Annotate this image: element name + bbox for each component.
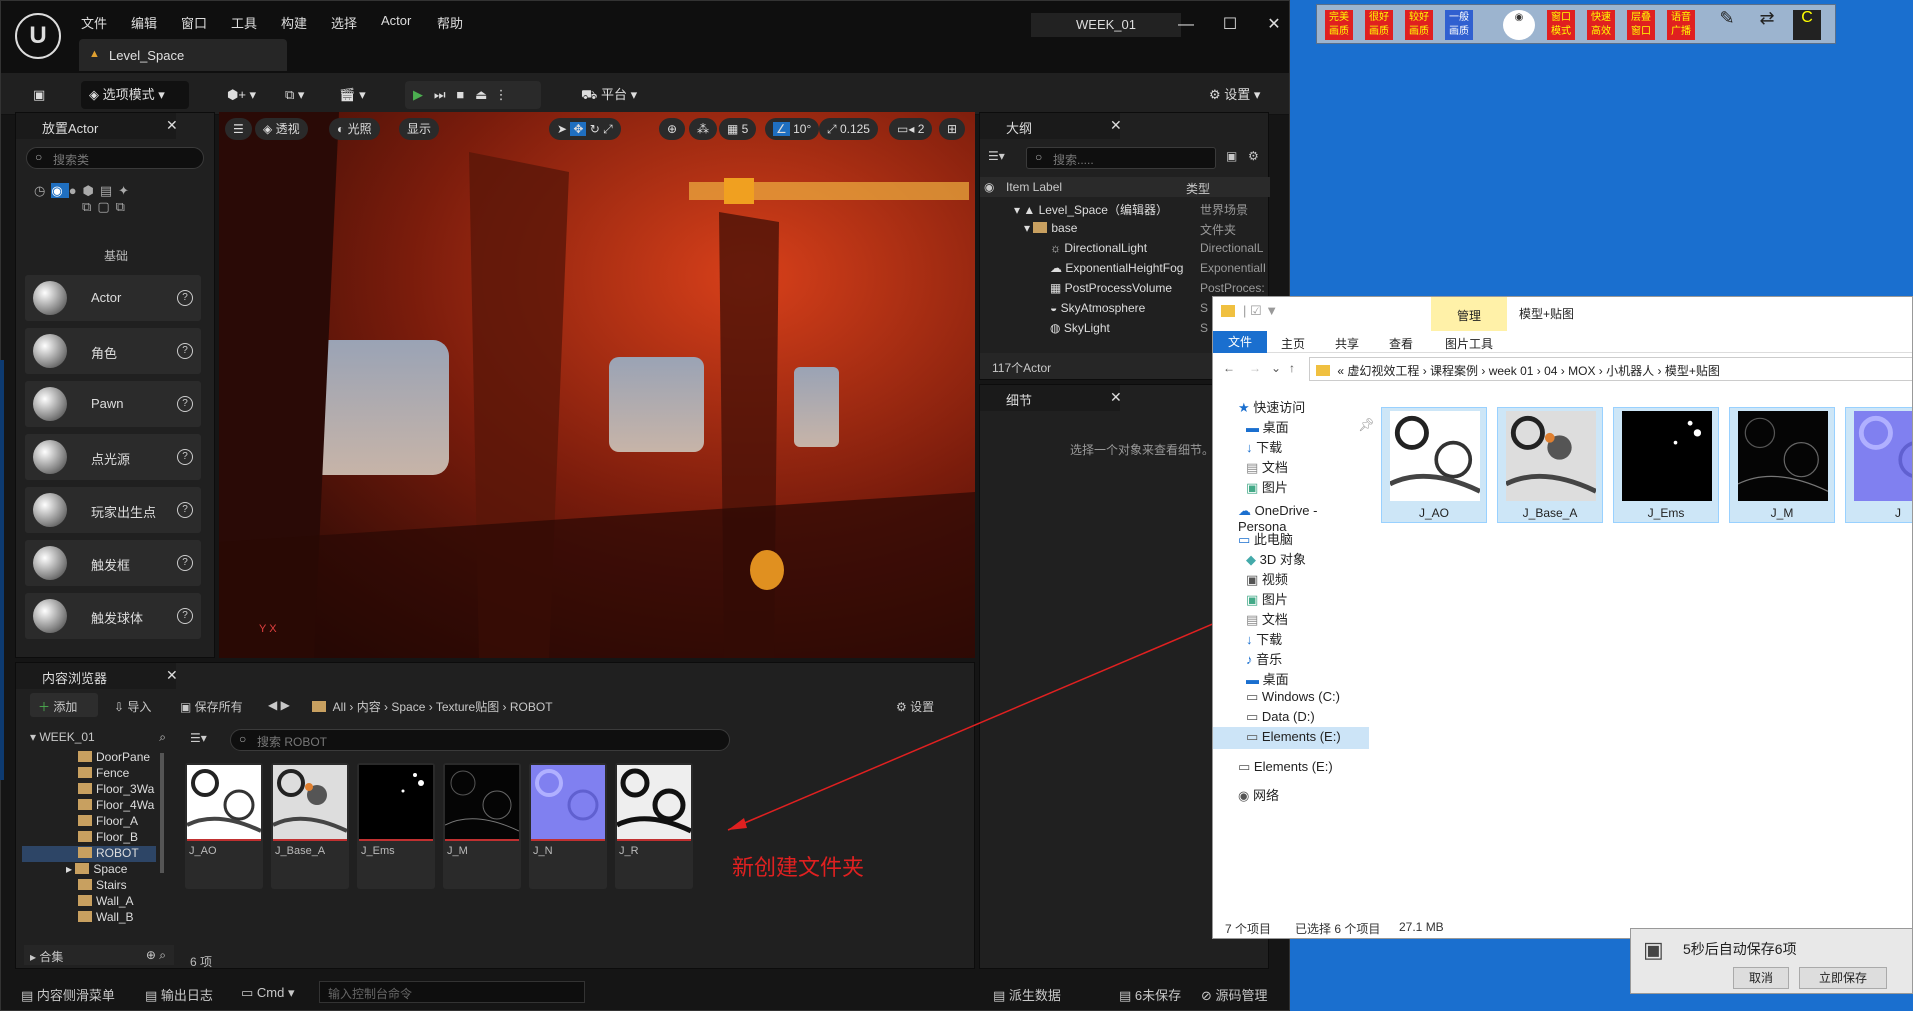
path-segment[interactable]: 模型+贴图 [1665, 364, 1720, 378]
file-name: J_AO [1418, 506, 1449, 520]
manage-tab[interactable]: 管理 [1431, 297, 1507, 331]
nav-item[interactable]: ▬ 桌面 📌︎ [1246, 417, 1375, 436]
nav-item[interactable]: ♪ 音乐 [1246, 649, 1282, 668]
folder-icon [1316, 365, 1330, 376]
nav-label: 网络 [1252, 788, 1279, 803]
nav-item[interactable]: ▭ Data (D:) [1246, 709, 1315, 725]
nav-item[interactable]: ↓ 下载 [1246, 629, 1282, 648]
tab-home[interactable]: 主页 [1281, 335, 1305, 352]
back-icon[interactable]: ← [1223, 361, 1235, 375]
texture-thumb [1738, 411, 1828, 501]
ribbon-tabs: 文件 主页 共享 查看 图片工具 [1213, 331, 1912, 353]
nav-label: 快速访问 [1253, 400, 1306, 415]
tab-view[interactable]: 查看 [1389, 335, 1413, 352]
file-thumb[interactable]: J_Base_A [1497, 407, 1603, 523]
selected-size: 27.1 MB [1399, 920, 1444, 934]
nav-label: 桌面 [1262, 672, 1289, 687]
nav-item[interactable]: ▤ 文档 [1246, 609, 1288, 628]
file-name: J [1895, 506, 1901, 520]
annotation-text: 新创建文件夹 [732, 855, 865, 880]
quick-access-toolbar[interactable]: | ☑ ▼ [1243, 303, 1278, 319]
nav-label: 图片 [1261, 592, 1288, 607]
nav-label: 文档 [1261, 460, 1288, 475]
address-bar[interactable]: « 虚幻视效工程 › 课程案例 › week 01 › 04 › MOX › 小… [1309, 357, 1912, 381]
nav-label: Data (D:) [1261, 709, 1315, 724]
path-segment[interactable]: MOX [1568, 364, 1595, 378]
nav-label: 下载 [1256, 440, 1283, 455]
file-name: J_M [1770, 506, 1794, 520]
nav-item[interactable]: ▣ 图片 [1246, 477, 1288, 496]
nav-label: 音乐 [1256, 652, 1283, 667]
nav-item[interactable]: ▭ 此电脑 [1238, 529, 1293, 548]
nav-item[interactable]: ▤ 文档 [1246, 457, 1288, 476]
selected-count: 已选择 6 个项目 [1295, 922, 1381, 936]
path-segment[interactable]: 课程案例 [1430, 364, 1478, 378]
file-name: J_Ems [1647, 506, 1685, 520]
forward-icon[interactable]: → [1249, 361, 1261, 375]
nav-label: Windows (C:) [1261, 689, 1340, 704]
nav-label: 下载 [1256, 632, 1283, 647]
nav-label: 桌面 [1262, 420, 1289, 435]
save-now-button[interactable]: 立即保存 [1799, 967, 1887, 989]
cancel-button[interactable]: 取消 [1733, 967, 1789, 989]
nav-label: 图片 [1261, 480, 1288, 495]
path-segment[interactable]: week 01 [1489, 364, 1534, 378]
address-bar-row: ← → ⌄ ↑ « 虚幻视效工程 › 课程案例 › week 01 › 04 ›… [1213, 355, 1912, 387]
autosave-message: 5秒后自动保存6项 [1683, 941, 1797, 957]
path-segment[interactable]: 04 [1544, 364, 1557, 378]
nav-item[interactable]: ▣ 视频 [1246, 569, 1288, 588]
nav-item[interactable]: ▭ Windows (C:) [1246, 689, 1340, 705]
item-count: 7 个项目 [1225, 922, 1272, 936]
nav-label: 视频 [1261, 572, 1288, 587]
file-thumb[interactable]: J_M [1729, 407, 1835, 523]
file-name: J_Base_A [1522, 506, 1578, 520]
file-thumb[interactable]: J_Ems [1613, 407, 1719, 523]
nav-item[interactable]: ◉ 网络 [1238, 785, 1279, 804]
nav-label: Elements (E:) [1253, 759, 1333, 774]
nav-label: 文档 [1261, 612, 1288, 627]
nav-label: 3D 对象 [1259, 552, 1306, 567]
tab-picture-tools[interactable]: 图片工具 [1445, 335, 1493, 352]
path-segment[interactable]: 小机器人 [1606, 364, 1654, 378]
up-icon[interactable]: ↑ [1289, 361, 1295, 375]
explorer-titlebar: | ☑ ▼ 管理 模型+贴图 [1213, 297, 1912, 331]
nav-label: 此电脑 [1253, 532, 1293, 547]
nav-item[interactable]: ★ 快速访问 [1238, 397, 1305, 416]
texture-thumb [1622, 411, 1712, 501]
tab-file[interactable]: 文件 [1213, 331, 1267, 353]
path-segment[interactable]: 虚幻视效工程 [1347, 364, 1419, 378]
nav-item[interactable]: ▭ Elements (E:) [1238, 759, 1333, 775]
texture-thumb [1506, 411, 1596, 501]
window-title: 模型+贴图 [1519, 307, 1575, 321]
nav-item[interactable]: ▣ 图片 [1246, 589, 1288, 608]
texture-thumb [1854, 411, 1912, 501]
save-icon: ▣ [1643, 937, 1664, 962]
recent-dropdown-icon[interactable]: ⌄ [1271, 361, 1281, 375]
file-thumb[interactable]: J_AO [1381, 407, 1487, 523]
nav-label: Elements (E:) [1261, 729, 1341, 744]
nav-item[interactable]: ↓ 下载 [1246, 437, 1282, 456]
tab-share[interactable]: 共享 [1335, 335, 1359, 352]
nav-item[interactable]: ▬ 桌面 [1246, 669, 1289, 688]
file-thumb[interactable]: J [1845, 407, 1912, 523]
file-explorer-window: | ☑ ▼ 管理 模型+贴图 文件 主页 共享 查看 图片工具 ← → ⌄ ↑ … [1212, 296, 1913, 939]
folder-icon [1221, 305, 1235, 317]
nav-item[interactable]: ◆ 3D 对象 [1246, 549, 1306, 568]
nav-item-selected[interactable]: ▭ Elements (E:) [1213, 727, 1369, 749]
autosave-toast: ▣ 5秒后自动保存6项 取消 立即保存 [1630, 928, 1913, 994]
navigation-pane: ★ 快速访问 ▬ 桌面 📌︎ ↓ 下载 ▤ 文档 ▣ 图片 ☁ OneDrive… [1213, 393, 1375, 913]
texture-thumb [1390, 411, 1480, 501]
